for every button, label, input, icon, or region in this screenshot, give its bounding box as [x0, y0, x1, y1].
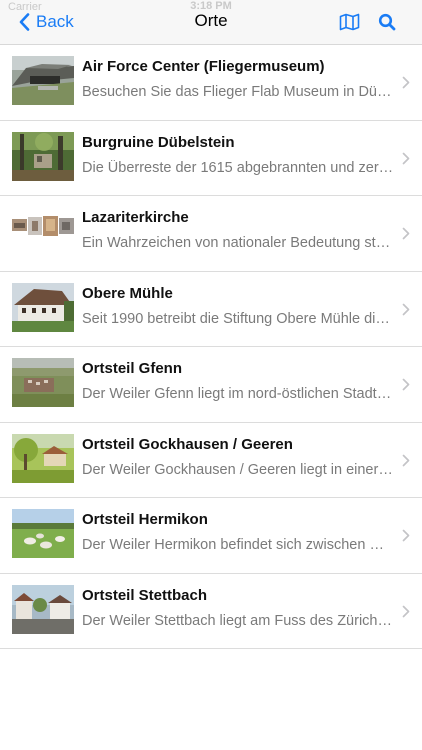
village-street-photo-image — [12, 584, 74, 634]
place-thumbnail — [12, 282, 74, 332]
place-subtitle: Die Überreste der 1615 abgebrannten und … — [82, 159, 394, 176]
place-thumbnail — [12, 584, 74, 634]
screen: Carrier 3:18 PM Back Orte Air Force Cent… — [0, 0, 422, 750]
place-title: Ortsteil Gfenn — [82, 360, 183, 377]
list-item[interactable]: Obere Mühle Seit 1990 betreibt die Stift… — [0, 272, 422, 347]
hangar-photo-image — [12, 56, 74, 105]
chevron-right-icon — [402, 227, 410, 240]
place-thumbnail — [12, 358, 74, 407]
sheep-meadow-photo-image — [12, 509, 74, 558]
chevron-right-icon — [402, 378, 410, 391]
list-item[interactable]: Ortsteil Gfenn Der Weiler Gfenn liegt im… — [0, 347, 422, 423]
search-icon — [378, 13, 396, 31]
list-item[interactable]: Ortsteil Gockhausen / Geeren Der Weiler … — [0, 423, 422, 498]
timber-house-photo-image — [12, 282, 74, 332]
place-subtitle: Der Weiler Gfenn liegt im nord-östlichen… — [82, 386, 394, 402]
place-subtitle: Der Weiler Hermikon befindet sich zwisch… — [82, 537, 394, 553]
chevron-right-icon — [402, 529, 410, 542]
places-list: Air Force Center (Fliegermuseum) Besuche… — [0, 45, 422, 649]
list-item[interactable]: Ortsteil Stettbach Der Weiler Stettbach … — [0, 574, 422, 649]
place-thumbnail — [12, 131, 74, 181]
place-thumbnail — [12, 207, 74, 256]
forest-ruin-photo-image — [12, 131, 74, 181]
place-title: Ortsteil Stettbach — [82, 586, 208, 604]
aerial-village-photo-image — [12, 358, 74, 407]
place-title: Ortsteil Gockhausen / Geeren — [82, 435, 293, 453]
list-item[interactable]: Burgruine Dübelstein Die Überreste der 1… — [0, 121, 422, 196]
place-subtitle: Der Weiler Gockhausen / Geeren liegt in … — [82, 461, 394, 478]
chevron-right-icon — [402, 303, 410, 315]
place-subtitle: Besuchen Sie das Flieger Flab Museum in … — [82, 84, 394, 100]
navigation-bar: Carrier 3:18 PM Back Orte — [0, 0, 422, 45]
chevron-right-icon — [402, 76, 410, 89]
chevron-right-icon — [402, 454, 410, 466]
list-item[interactable]: Air Force Center (Fliegermuseum) Besuche… — [0, 45, 422, 121]
map-button[interactable] — [338, 12, 360, 32]
list-item[interactable]: Ortsteil Hermikon Der Weiler Hermikon be… — [0, 498, 422, 574]
chevron-right-icon — [402, 152, 410, 164]
place-subtitle: Seit 1990 betreibt die Stiftung Obere Mü… — [82, 310, 394, 327]
search-button[interactable] — [376, 12, 398, 32]
list-item[interactable]: Lazariterkirche Ein Wahrzeichen von nati… — [0, 196, 422, 272]
place-title: Ortsteil Hermikon — [82, 511, 208, 528]
place-thumbnail — [12, 509, 74, 558]
map-icon — [339, 13, 359, 31]
church-collage-photo-image — [12, 207, 74, 256]
place-title: Air Force Center (Fliegermuseum) — [82, 58, 325, 75]
nav-actions — [338, 12, 398, 32]
place-thumbnail — [12, 56, 74, 105]
tree-village-photo-image — [12, 433, 74, 483]
place-title: Burgruine Dübelstein — [82, 133, 235, 151]
place-subtitle: Der Weiler Stettbach liegt am Fuss des Z… — [82, 612, 394, 629]
place-title: Lazariterkirche — [82, 209, 189, 226]
place-title: Obere Mühle — [82, 284, 173, 302]
chevron-right-icon — [402, 605, 410, 617]
place-thumbnail — [12, 433, 74, 483]
place-subtitle: Ein Wahrzeichen von nationaler Bedeutung… — [82, 235, 394, 251]
